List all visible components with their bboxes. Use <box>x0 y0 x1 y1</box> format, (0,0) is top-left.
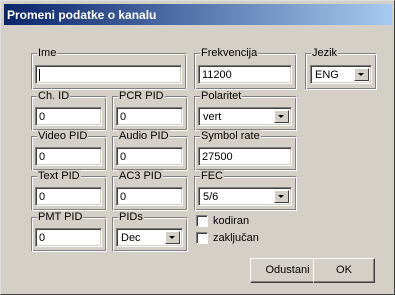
dropdown-arrow-icon[interactable] <box>165 231 180 244</box>
video-pid-label: Video PID <box>37 130 89 142</box>
pmt-pid-label: PMT PID <box>37 211 84 223</box>
pcr-pid-label: PCR PID <box>118 90 165 102</box>
audio-pid-label: Audio PID <box>118 130 170 142</box>
text-pid-label: Text PID <box>37 170 81 182</box>
pmt-pid-input[interactable]: 0 <box>35 228 102 247</box>
video-pid-input[interactable]: 0 <box>35 147 102 166</box>
checkbox-box[interactable] <box>196 215 208 227</box>
ok-button[interactable]: OK <box>313 258 375 283</box>
pids-value: Dec <box>121 232 141 244</box>
checkbox-box[interactable] <box>196 232 208 244</box>
fec-select[interactable]: 5/6 <box>198 187 292 206</box>
dialog-window: Promeni podatke o kanalu Ime Frekvencija… <box>0 0 395 295</box>
text-pid-input[interactable]: 0 <box>35 187 102 206</box>
symbol-rate-label: Symbol rate <box>200 130 261 142</box>
fec-value: 5/6 <box>203 191 219 203</box>
polaritet-select[interactable]: vert <box>198 107 292 126</box>
ch-id-label: Ch. ID <box>37 90 71 102</box>
pids-label: PIDs <box>118 211 144 223</box>
zakljucan-label: zaključan <box>213 232 259 244</box>
ime-input[interactable] <box>35 65 182 84</box>
dropdown-arrow-icon[interactable] <box>274 110 289 123</box>
jezik-value: ENG <box>315 69 339 81</box>
ime-label: Ime <box>37 47 58 59</box>
audio-pid-input[interactable]: 0 <box>116 147 183 166</box>
kodiran-checkbox[interactable]: kodiran <box>196 215 266 229</box>
ch-id-input[interactable]: 0 <box>35 107 102 126</box>
polaritet-value: vert <box>203 111 222 123</box>
symbol-rate-input[interactable]: 27500 <box>198 147 292 166</box>
jezik-select[interactable]: ENG <box>310 65 372 84</box>
pcr-pid-input[interactable]: 0 <box>116 107 183 126</box>
kodiran-label: kodiran <box>213 215 250 227</box>
frekvencija-input[interactable]: 11200 <box>198 65 292 84</box>
polaritet-label: Polaritet <box>200 90 243 102</box>
zakljucan-checkbox[interactable]: zaključan <box>196 232 276 246</box>
frekvencija-label: Frekvencija <box>200 47 259 59</box>
jezik-label: Jezik <box>311 47 339 59</box>
fec-label: FEC <box>200 170 224 182</box>
ac3-pid-input[interactable]: 0 <box>116 187 183 206</box>
text-caret <box>39 69 40 81</box>
window-title: Promeni podatke o kanalu <box>7 8 157 22</box>
dropdown-arrow-icon[interactable] <box>354 68 369 81</box>
pids-select[interactable]: Dec <box>116 228 183 247</box>
title-bar[interactable]: Promeni podatke o kanalu <box>4 4 392 25</box>
ac3-pid-label: AC3 PID <box>118 170 163 182</box>
dropdown-arrow-icon[interactable] <box>274 190 289 203</box>
